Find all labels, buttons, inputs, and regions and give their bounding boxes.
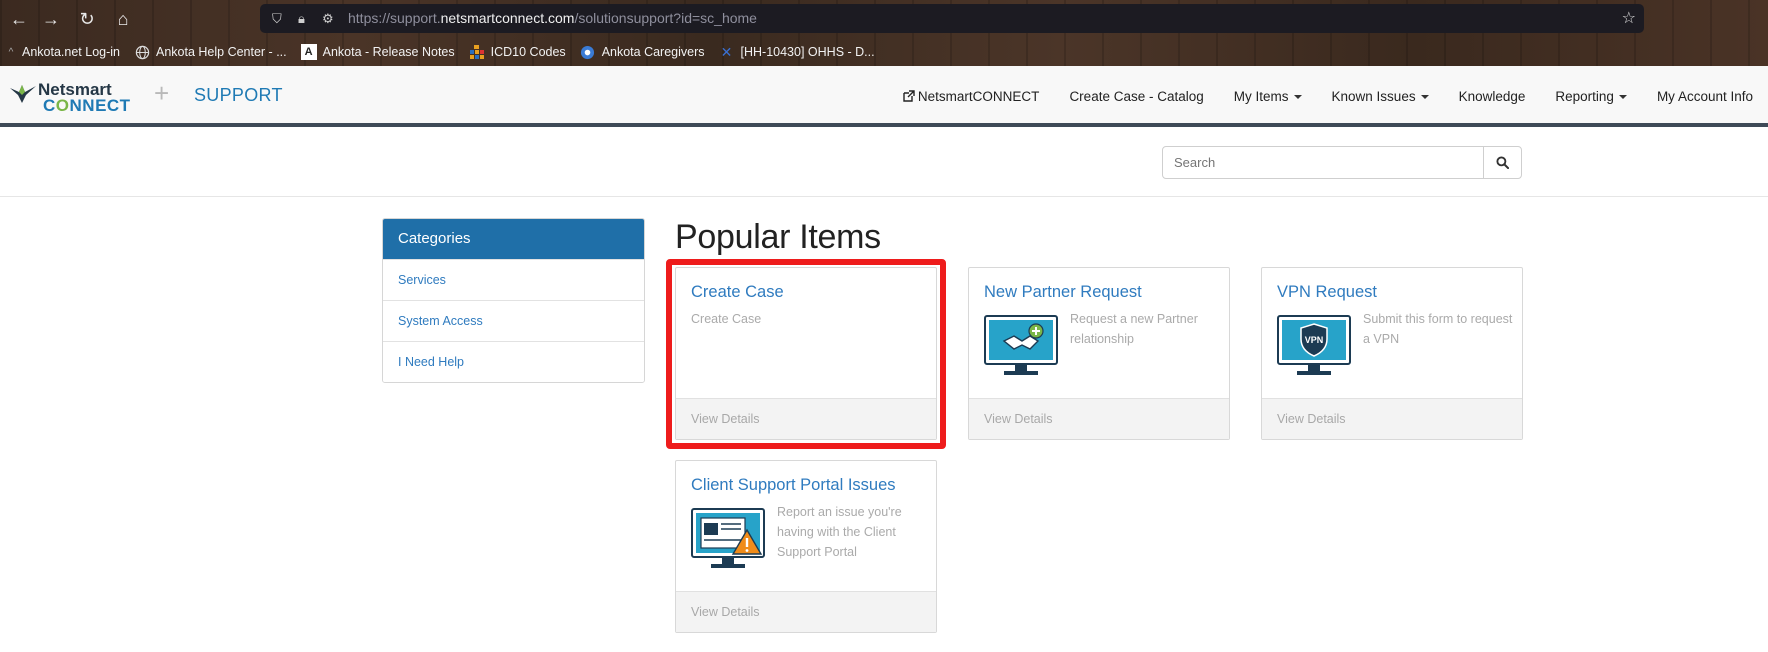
vpn-shield-monitor-icon: VPN (1277, 315, 1351, 375)
card-new-partner-request[interactable]: New Partner Request Request a new Partne… (968, 267, 1230, 440)
view-details-link[interactable]: View Details (691, 412, 760, 426)
view-details-link[interactable]: View Details (691, 605, 760, 619)
url-text[interactable]: https://support.netsmartconnect.com/solu… (348, 4, 757, 33)
caret-down-icon (1293, 95, 1302, 100)
search-input[interactable] (1162, 146, 1484, 179)
shield-icon: ⛉ (272, 11, 282, 26)
nav-reporting[interactable]: Reporting (1540, 89, 1642, 104)
bookmark-caregivers[interactable]: Ankota Caregivers (580, 44, 705, 60)
view-details-link[interactable]: View Details (1277, 412, 1346, 426)
reload-icon[interactable]: ↻ (74, 6, 100, 32)
card-description: Submit this form to request a VPN (1363, 312, 1513, 346)
globe-icon (134, 44, 150, 60)
vpn-icon-label: VPN (1305, 335, 1324, 345)
top-nav: NetsmartCONNECT Create Case - Catalog My… (888, 66, 1768, 127)
nav-create-case-catalog[interactable]: Create Case - Catalog (1054, 89, 1218, 104)
card-title[interactable]: VPN Request (1277, 283, 1377, 302)
category-i-need-help[interactable]: I Need Help (383, 341, 644, 382)
icd10-icon (469, 44, 485, 60)
category-system-access[interactable]: System Access (383, 300, 644, 341)
bookmark-icd10[interactable]: ICD10 Codes (469, 44, 566, 60)
search-icon (1496, 156, 1509, 169)
warning-monitor-icon (691, 508, 765, 568)
card-title[interactable]: New Partner Request (984, 283, 1142, 302)
card-footer[interactable]: View Details (969, 398, 1229, 439)
bookmark-ankota-login[interactable]: ^ Ankota.net Log-in (6, 44, 120, 60)
ankota-a-icon: A (300, 44, 317, 60)
bookmark-star-icon[interactable]: ☆ (1622, 4, 1636, 33)
nav-knowledge[interactable]: Knowledge (1444, 89, 1541, 104)
nav-known-issues[interactable]: Known Issues (1317, 89, 1444, 104)
view-details-link[interactable]: View Details (984, 412, 1053, 426)
browser-chrome: ← → ↻ ⌂ ⛉ 🔒︎ ⚙ https://support.netsmartc… (0, 0, 1768, 66)
external-link-icon (903, 90, 915, 102)
lock-icon: 🔒︎ (298, 11, 305, 26)
popular-items-heading: Popular Items (675, 218, 881, 256)
card-title[interactable]: Client Support Portal Issues (691, 476, 896, 495)
category-services[interactable]: Services (383, 259, 644, 300)
caregivers-icon (580, 44, 596, 60)
jira-issue-icon: ✕ (720, 43, 733, 60)
bookmark-jira-issue[interactable]: ✕ [HH-10430] OHHS - D... (719, 44, 875, 60)
card-vpn-request[interactable]: VPN Request VPN Submit this form to requ… (1261, 267, 1523, 440)
bookmark-ankota-help[interactable]: Ankota Help Center - ... (134, 44, 287, 60)
card-description: Request a new Partner relationship (1070, 312, 1198, 346)
address-bar[interactable]: ⛉ 🔒︎ ⚙ https://support.netsmartconnect.c… (260, 4, 1644, 33)
site-header: Netsmart CONNECT + SUPPORT NetsmartCONNE… (0, 66, 1768, 127)
categories-panel: Categories Services System Access I Need… (382, 218, 645, 383)
plus-separator: + (154, 78, 170, 108)
bookmarks-bar: ^ Ankota.net Log-in Ankota Help Center -… (0, 40, 883, 64)
forward-arrow-icon[interactable]: → (38, 6, 64, 32)
card-footer[interactable]: View Details (1262, 398, 1522, 439)
home-icon[interactable]: ⌂ (110, 6, 136, 32)
categories-heading: Categories (383, 219, 644, 259)
search-button[interactable] (1483, 146, 1522, 179)
back-arrow-icon[interactable]: ← (6, 6, 32, 32)
card-create-case[interactable]: Create Case Create Case View Details (675, 267, 937, 440)
card-client-support-portal-issues[interactable]: Client Support Portal Issues Report an i… (675, 460, 937, 633)
netsmart-bird-icon (10, 85, 36, 103)
card-description: Report an issue you're having with the C… (777, 505, 902, 559)
bookmark-release-notes[interactable]: A Ankota - Release Notes (300, 44, 455, 60)
card-description: Create Case (691, 312, 762, 326)
nav-my-account-info[interactable]: My Account Info (1642, 89, 1768, 104)
search-area (0, 131, 1768, 197)
permissions-icon: ⚙ (322, 11, 334, 26)
support-title[interactable]: SUPPORT (194, 85, 283, 106)
ankota-logo-icon: ^ (8, 46, 14, 58)
nav-netsmartconnect[interactable]: NetsmartCONNECT (888, 89, 1055, 104)
caret-down-icon (1420, 95, 1429, 100)
netsmart-connect-logo[interactable]: Netsmart CONNECT (8, 80, 134, 118)
caret-down-icon (1618, 95, 1627, 100)
card-title[interactable]: Create Case (691, 283, 784, 302)
nav-my-items[interactable]: My Items (1219, 89, 1317, 104)
card-footer[interactable]: View Details (676, 591, 936, 632)
handshake-monitor-icon (984, 315, 1058, 375)
card-footer[interactable]: View Details (676, 398, 936, 439)
